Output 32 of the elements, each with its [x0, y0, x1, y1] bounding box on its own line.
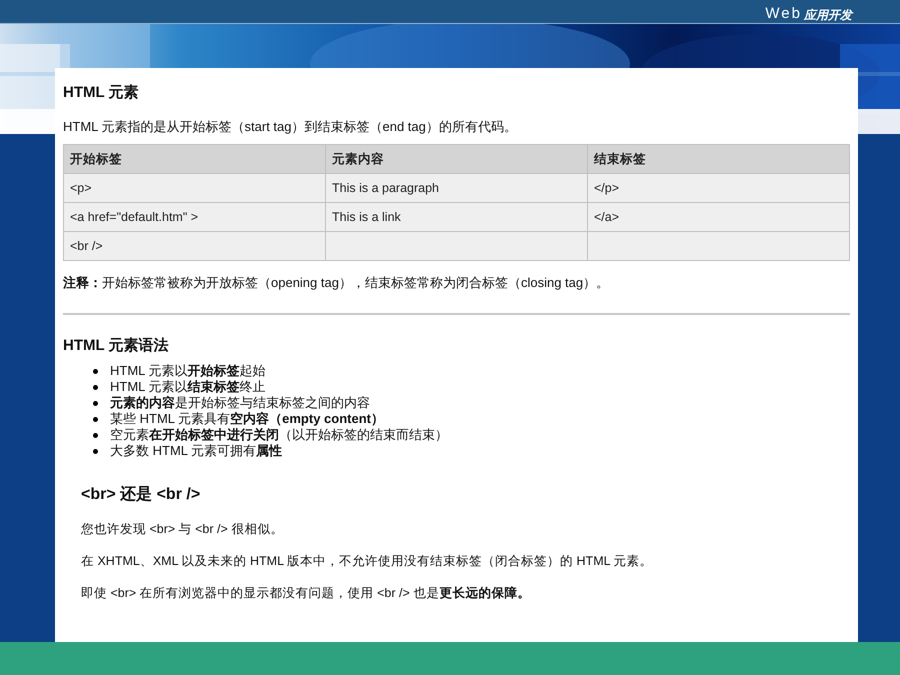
- bullet-text: 某些 HTML 元素具有空内容（empty content）: [110, 410, 384, 428]
- note-text: 注释：开始标签常被称为开放标签（opening tag），结束标签常称为闭合标签（closing tag）。: [63, 274, 610, 292]
- header-title: Web: [765, 6, 802, 21]
- header-subtitle: 应用开发: [804, 9, 852, 21]
- bullet-text: HTML 元素以开始标签起始: [110, 362, 266, 380]
- intro-text: HTML 元素指的是从开始标签（start tag）到结束标签（end tag）的所有代码。: [63, 118, 518, 136]
- paragraph-text: 即使 <br> 在所有浏览器中的显示都没有问题，使用 <br /> 也是更长远的保障。: [81, 584, 532, 602]
- bullet-icon: [93, 416, 98, 422]
- bullet-icon: [93, 432, 98, 438]
- table-cell: <p>: [64, 174, 326, 202]
- table-cell: <a href="default.htm" >: [64, 202, 326, 232]
- bullet-text: 空元素在开始标签中进行关闭（以开始标签的结束而结束）: [110, 426, 448, 444]
- column-header: 结束标签: [588, 144, 850, 174]
- section-heading: HTML 元素语法: [63, 336, 170, 356]
- paragraph-text: 您也许发现 <br> 与 <br /> 很相似。: [81, 521, 284, 538]
- table-cell: </a>: [588, 202, 850, 232]
- bullet-text: 大多数 HTML 元素可拥有属性: [110, 442, 282, 460]
- table-cell: <br />: [64, 232, 326, 260]
- bullet-icon: [93, 448, 98, 454]
- paragraph-text: 在 XHTML、XML 以及未来的 HTML 版本中，不允许使用没有结束标签（闭合标签）的 HTML 元素。: [81, 552, 654, 570]
- bullet-icon: [93, 384, 98, 390]
- column-header: 开始标签: [64, 144, 326, 174]
- section-heading: <br> 还是 <br />: [81, 484, 202, 505]
- bullet-text: HTML 元素以结束标签终止: [110, 378, 266, 396]
- bullet-text: 元素的内容是开始标签与结束标签之间的内容: [110, 394, 370, 412]
- column-header: 元素内容: [326, 144, 588, 174]
- bullet-icon: [93, 400, 98, 406]
- table-cell: This is a paragraph: [326, 174, 588, 202]
- section-heading: HTML 元素: [63, 83, 140, 103]
- table-cell: </p>: [588, 174, 850, 202]
- table-cell: This is a link: [326, 202, 588, 232]
- bullet-icon: [93, 368, 98, 374]
